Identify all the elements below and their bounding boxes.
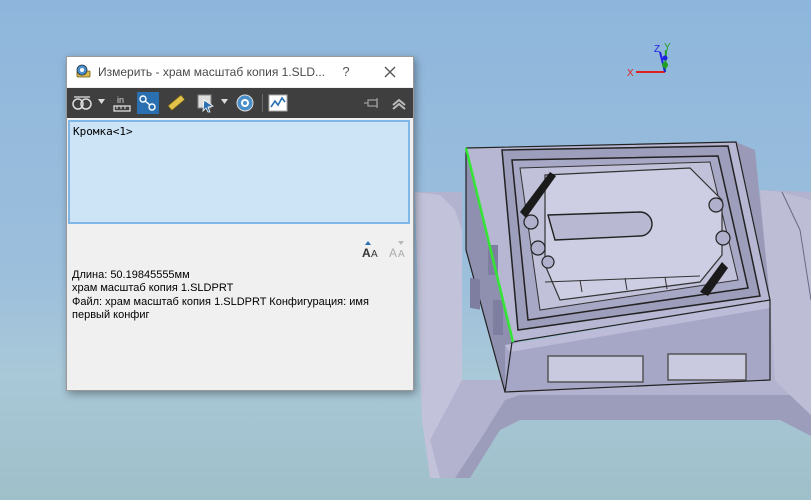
reference-triad: X Z Y <box>627 42 671 79</box>
selection-list[interactable]: Кромка<1> <box>68 120 410 224</box>
show-history-icon[interactable] <box>234 92 256 114</box>
triad-x-label: X <box>627 68 634 79</box>
selection-item-edge[interactable]: Кромка<1> <box>73 125 133 138</box>
toolbar-separator <box>262 94 263 112</box>
measure-tool-icon <box>76 64 91 78</box>
svg-text:A: A <box>362 246 371 259</box>
dialog-title: Измерить - храм масштаб копия 1.SLD... <box>98 65 326 79</box>
config-name: первый конфиг <box>72 309 150 322</box>
svg-text:A: A <box>398 249 405 259</box>
help-button[interactable]: ? <box>337 63 355 81</box>
measure-toolbar: in <box>67 88 413 118</box>
decrease-font-icon[interactable]: A A <box>388 241 408 259</box>
chevron-down-icon[interactable] <box>98 99 105 105</box>
length-result: Длина: 50.19845555мм <box>72 269 190 281</box>
arc-circle-measure-icon[interactable] <box>71 92 93 114</box>
svg-text:in: in <box>117 95 124 105</box>
model-block <box>465 141 771 393</box>
part-name: храм масштаб копия 1.SLDPRT <box>72 282 234 295</box>
dialog-titlebar[interactable]: Измерить - храм масштаб копия 1.SLD... ? <box>67 57 413 87</box>
close-icon[interactable] <box>381 63 399 81</box>
create-sensor-icon[interactable] <box>267 92 289 114</box>
point-to-point-icon[interactable] <box>137 92 159 114</box>
chevron-down-icon[interactable] <box>221 99 228 105</box>
projection-icon[interactable] <box>195 92 217 114</box>
triad-y-label: Y <box>664 42 671 53</box>
measure-results: Длина: 50.19845555мм храм масштаб копия … <box>72 269 408 323</box>
file-config-line: Файл: храм масштаб копия 1.SLDPRT Конфиг… <box>72 295 369 308</box>
pin-icon[interactable] <box>361 92 383 114</box>
collapse-icon[interactable] <box>388 92 410 114</box>
measure-dialog: Измерить - храм масштаб копия 1.SLD... ?… <box>66 56 414 391</box>
xyz-measure-icon[interactable] <box>165 92 187 114</box>
increase-font-icon[interactable]: A A <box>361 241 381 259</box>
units-precision-icon[interactable]: in <box>111 92 133 114</box>
svg-text:A: A <box>389 246 397 259</box>
triad-z-label: Z <box>654 44 660 55</box>
svg-text:A: A <box>371 249 378 259</box>
